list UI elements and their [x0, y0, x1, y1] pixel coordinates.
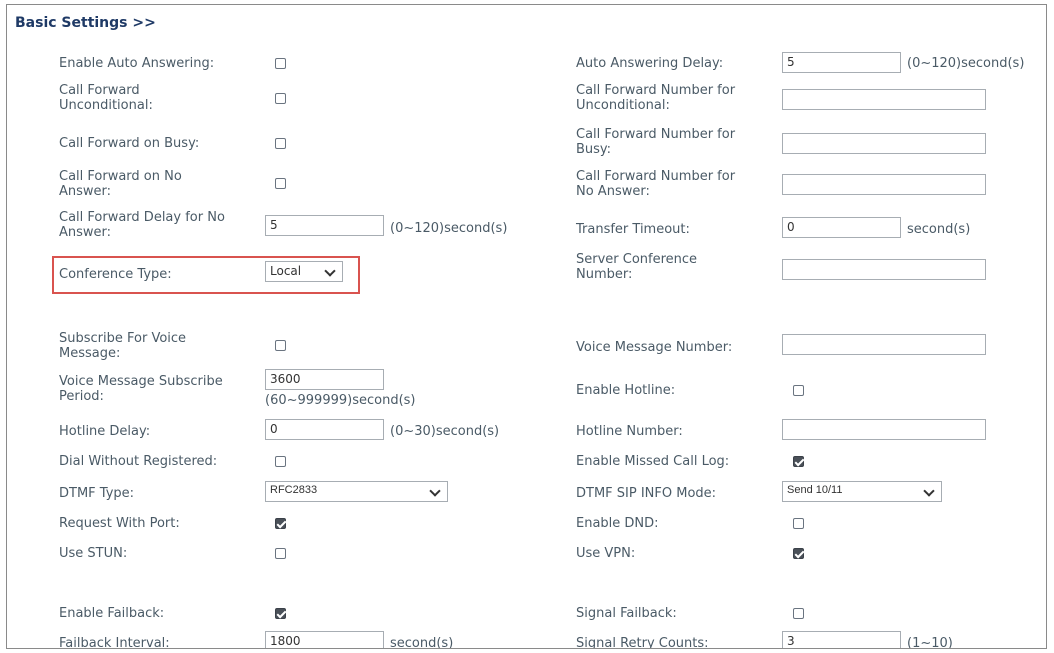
- cf-delay-range: (0~120)second(s): [390, 221, 508, 236]
- cfu-label: Call Forward Unconditional:: [59, 83, 153, 113]
- signal-retry-range: (1~10): [907, 636, 953, 649]
- hotline-delay-label: Hotline Delay:: [59, 424, 151, 439]
- missed-call-log-label: Enable Missed Call Log:: [576, 454, 730, 469]
- enable-hotline-label: Enable Hotline:: [576, 383, 676, 398]
- hotline-delay-range: (0~30)second(s): [390, 424, 500, 439]
- use-vpn-label: Use VPN:: [576, 546, 636, 561]
- server-conference-label: Server Conference Number:: [576, 252, 698, 282]
- section-title: Basic Settings >>: [15, 15, 156, 31]
- enable-dnd-checkbox[interactable]: [793, 518, 804, 529]
- svm-checkbox[interactable]: [275, 340, 286, 351]
- chevron-down-icon: [429, 485, 441, 497]
- vm-period-range: (60~999999)second(s): [265, 393, 416, 408]
- use-vpn-checkbox[interactable]: [793, 548, 804, 559]
- auto-answer-delay-range: (0~120)second(s): [907, 56, 1025, 71]
- cfb-checkbox[interactable]: [275, 138, 286, 149]
- hotline-number-label: Hotline Number:: [576, 424, 683, 439]
- dtmf-sip-info-label: DTMF SIP INFO Mode:: [576, 486, 717, 501]
- transfer-timeout-unit: second(s): [907, 222, 971, 237]
- conference-type-label: Conference Type:: [59, 267, 172, 282]
- dial-without-registered-checkbox[interactable]: [275, 456, 286, 467]
- failback-interval-unit: second(s): [390, 636, 454, 649]
- vm-number-input[interactable]: [782, 334, 986, 355]
- use-stun-label: Use STUN:: [59, 546, 128, 561]
- enable-failback-checkbox[interactable]: [275, 608, 286, 619]
- hotline-number-input[interactable]: [782, 419, 986, 440]
- cfb-number-label: Call Forward Number for Busy:: [576, 127, 736, 157]
- vm-period-label: Voice Message Subscribe Period:: [59, 374, 223, 404]
- conference-type-select[interactable]: Local: [265, 261, 343, 282]
- enable-dnd-label: Enable DND:: [576, 516, 659, 531]
- cf-delay-input[interactable]: 5: [265, 215, 384, 236]
- cfu-number-label: Call Forward Number for Unconditional:: [576, 83, 736, 113]
- vm-number-label: Voice Message Number:: [576, 340, 733, 355]
- cfb-label: Call Forward on Busy:: [59, 136, 200, 151]
- dtmf-type-label: DTMF Type:: [59, 486, 135, 501]
- vm-period-input[interactable]: 3600: [265, 369, 384, 390]
- signal-failback-label: Signal Failback:: [576, 606, 677, 621]
- dial-without-registered-label: Dial Without Registered:: [59, 454, 218, 469]
- auto-answer-label: Enable Auto Answering:: [59, 56, 215, 71]
- failback-interval-input[interactable]: 1800: [265, 631, 384, 648]
- dtmf-type-select[interactable]: RFC2833: [265, 481, 448, 502]
- transfer-timeout-input[interactable]: 0: [782, 217, 901, 238]
- signal-failback-checkbox[interactable]: [793, 608, 804, 619]
- auto-answer-delay-input[interactable]: 5: [782, 52, 901, 73]
- cfna-number-input[interactable]: [782, 174, 986, 195]
- transfer-timeout-label: Transfer Timeout:: [576, 222, 690, 237]
- cfna-checkbox[interactable]: [275, 178, 286, 189]
- settings-panel: Basic Settings >> Enable Auto Answering:…: [6, 4, 1047, 649]
- auto-answer-delay-label: Auto Answering Delay:: [576, 56, 724, 71]
- failback-interval-label: Failback Interval:: [59, 636, 170, 649]
- cf-delay-label: Call Forward Delay for No Answer:: [59, 210, 225, 240]
- svm-label: Subscribe For Voice Message:: [59, 331, 187, 361]
- request-with-port-label: Request With Port:: [59, 516, 180, 531]
- signal-retry-input[interactable]: 3: [782, 631, 901, 648]
- cfu-number-input[interactable]: [782, 89, 986, 110]
- cfna-number-label: Call Forward Number for No Answer:: [576, 169, 736, 199]
- hotline-delay-input[interactable]: 0: [265, 419, 384, 440]
- dtmf-sip-info-select[interactable]: Send 10/11: [782, 481, 942, 502]
- server-conference-input[interactable]: [782, 259, 986, 280]
- chevron-down-icon: [923, 485, 935, 497]
- signal-retry-label: Signal Retry Counts:: [576, 636, 709, 649]
- use-stun-checkbox[interactable]: [275, 548, 286, 559]
- cfu-checkbox[interactable]: [275, 93, 286, 104]
- request-with-port-checkbox[interactable]: [275, 518, 286, 529]
- auto-answer-checkbox[interactable]: [275, 58, 286, 69]
- missed-call-log-checkbox[interactable]: [793, 456, 804, 467]
- enable-hotline-checkbox[interactable]: [793, 385, 804, 396]
- cfna-label: Call Forward on No Answer:: [59, 169, 182, 199]
- chevron-down-icon: [324, 265, 336, 277]
- enable-failback-label: Enable Failback:: [59, 606, 165, 621]
- cfb-number-input[interactable]: [782, 133, 986, 154]
